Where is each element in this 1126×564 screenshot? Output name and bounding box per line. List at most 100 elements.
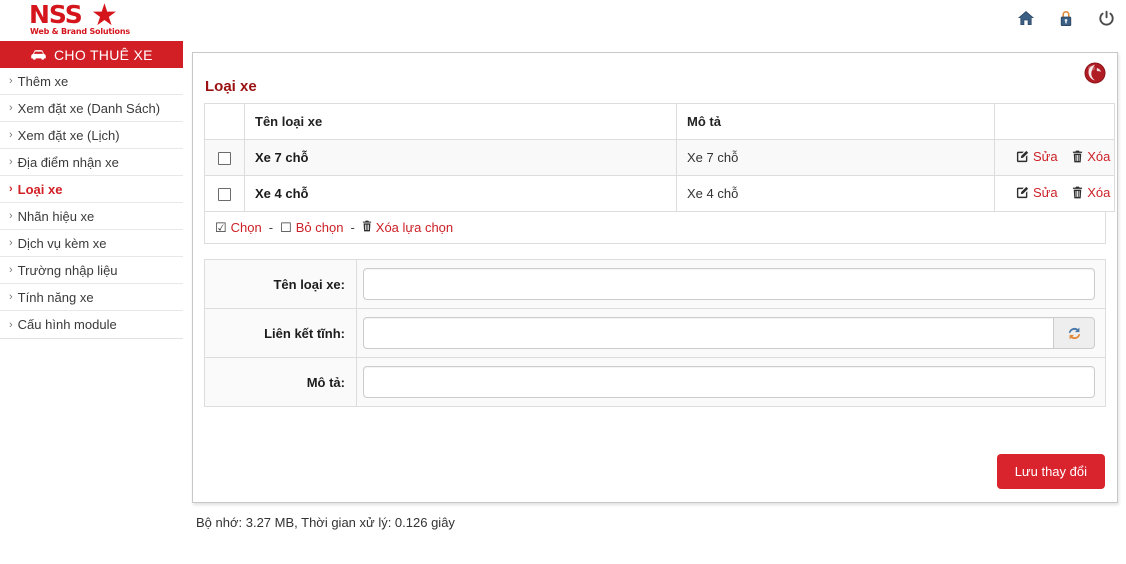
globe-icon[interactable]: [1084, 62, 1106, 84]
form-row-name: Tên loại xe:: [205, 260, 1105, 309]
form-label-description: Mô tả:: [205, 358, 357, 406]
car-type-form: Tên loại xe: Liên kết tĩnh:: [204, 259, 1106, 407]
sidebar-item-label: Cấu hình module: [18, 317, 117, 332]
sidebar-item-nhan-hieu-xe[interactable]: › Nhãn hiệu xe: [0, 203, 183, 230]
main-panel: Loại xe Tên loại: [192, 52, 1118, 503]
save-button[interactable]: Lưu thay đổi: [997, 454, 1105, 489]
sidebar-item-truong-nhap-lieu[interactable]: › Trường nhập liệu: [0, 257, 183, 284]
edit-button[interactable]: Sửa: [1016, 149, 1058, 164]
car-icon: [30, 49, 47, 60]
logo-text: NSS: [29, 2, 82, 27]
column-header-actions: [995, 104, 1115, 140]
sidebar-item-label: Địa điểm nhận xe: [18, 155, 119, 170]
row-checkbox-cell[interactable]: [205, 176, 245, 212]
checkbox-checked-icon: ☑: [215, 220, 227, 236]
sidebar-item-them-xe[interactable]: › Thêm xe: [0, 68, 183, 95]
form-field-name: [357, 260, 1105, 308]
sidebar-item-dich-vu-kem-xe[interactable]: › Dịch vụ kèm xe: [0, 230, 183, 257]
power-icon[interactable]: [1096, 8, 1116, 28]
sidebar: CHO THUÊ XE › Thêm xe › Xem đặt xe (Danh…: [0, 41, 183, 339]
refresh-icon[interactable]: [1054, 317, 1095, 349]
separator: -: [350, 220, 354, 235]
app-root: NSS ★ Web & Brand Solutions: [0, 0, 1126, 564]
sidebar-item-label: Tính năng xe: [18, 290, 94, 305]
form-field-description: [357, 358, 1105, 406]
edit-pencil-icon: [1016, 150, 1029, 163]
status-footer: Bộ nhớ: 3.27 MB, Thời gian xử lý: 0.126 …: [196, 515, 455, 530]
sidebar-item-cau-hinh-module[interactable]: › Cấu hình module: [0, 311, 183, 338]
chevron-right-icon: ›: [9, 319, 13, 331]
sidebar-header: CHO THUÊ XE: [0, 41, 183, 68]
description-input[interactable]: [363, 366, 1095, 398]
form-row-description: Mô tả:: [205, 358, 1105, 407]
form-label-name: Tên loại xe:: [205, 260, 357, 308]
logo-tagline: Web & Brand Solutions: [30, 27, 130, 36]
selection-toolbar: ☑ Chọn - ☐ Bỏ chọn -: [204, 212, 1106, 244]
sidebar-item-tinh-nang-xe[interactable]: › Tính năng xe: [0, 284, 183, 311]
row-description: Xe 7 chỗ: [677, 140, 995, 176]
row-name: Xe 7 chỗ: [245, 140, 677, 176]
delete-button[interactable]: Xóa: [1072, 149, 1110, 164]
car-type-name-input[interactable]: [363, 268, 1095, 300]
slug-input-group: [363, 317, 1095, 349]
top-header: NSS ★ Web & Brand Solutions: [0, 0, 1126, 41]
edit-pencil-icon: [1016, 186, 1029, 199]
select-all-button[interactable]: ☑ Chọn: [215, 220, 262, 236]
chevron-right-icon: ›: [9, 129, 13, 141]
trash-icon: [1072, 186, 1083, 199]
trash-icon: [1072, 150, 1083, 163]
row-checkbox-cell[interactable]: [205, 140, 245, 176]
form-label-slug: Liên kết tĩnh:: [205, 309, 357, 357]
delete-selected-button[interactable]: Xóa lựa chọn: [362, 220, 453, 235]
sidebar-item-xem-dat-xe-danh-sach[interactable]: › Xem đặt xe (Danh Sách): [0, 95, 183, 122]
delete-button-label: Xóa: [1087, 185, 1110, 200]
chevron-right-icon: ›: [9, 291, 13, 303]
delete-button[interactable]: Xóa: [1072, 185, 1110, 200]
sidebar-item-loai-xe[interactable]: › Loại xe: [0, 176, 183, 203]
chevron-right-icon: ›: [9, 102, 13, 114]
sidebar-item-label: Loại xe: [18, 182, 63, 197]
sidebar-menu: › Thêm xe › Xem đặt xe (Danh Sách) › Xem…: [0, 68, 183, 339]
row-description: Xe 4 chỗ: [677, 176, 995, 212]
column-header-checkbox: [205, 104, 245, 140]
sidebar-item-xem-dat-xe-lich[interactable]: › Xem đặt xe (Lịch): [0, 122, 183, 149]
row-checkbox[interactable]: [218, 152, 231, 165]
row-checkbox[interactable]: [218, 188, 231, 201]
sidebar-item-label: Xem đặt xe (Danh Sách): [18, 101, 160, 116]
form-row-slug: Liên kết tĩnh:: [205, 309, 1105, 358]
row-actions: Sửa: [995, 140, 1115, 176]
sidebar-title-label: CHO THUÊ XE: [54, 47, 153, 63]
page-title: Loại xe: [205, 78, 257, 95]
trash-icon: [362, 220, 372, 235]
chevron-right-icon: ›: [9, 237, 13, 249]
sidebar-item-label: Xem đặt xe (Lịch): [18, 128, 120, 143]
table-header-row: Tên loại xe Mô tả: [205, 104, 1115, 140]
edit-button-label: Sửa: [1033, 149, 1058, 164]
edit-button-label: Sửa: [1033, 185, 1058, 200]
panel-header: Loại xe: [193, 53, 1117, 103]
form-field-slug: [357, 309, 1105, 357]
deselect-all-button[interactable]: ☐ Bỏ chọn: [280, 220, 343, 236]
delete-button-label: Xóa: [1087, 149, 1110, 164]
edit-button[interactable]: Sửa: [1016, 185, 1058, 200]
chevron-right-icon: ›: [9, 183, 13, 195]
logo[interactable]: NSS ★ Web & Brand Solutions: [29, 2, 129, 38]
sidebar-item-dia-diem-nhan-xe[interactable]: › Địa điểm nhận xe: [0, 149, 183, 176]
static-link-input[interactable]: [363, 317, 1054, 349]
lock-icon[interactable]: [1056, 8, 1076, 28]
separator: -: [269, 220, 273, 235]
row-actions: Sửa: [995, 176, 1115, 212]
chevron-right-icon: ›: [9, 75, 13, 87]
checkbox-empty-icon: ☐: [280, 220, 292, 236]
delete-selected-label: Xóa lựa chọn: [376, 220, 453, 235]
column-header-description: Mô tả: [677, 104, 995, 140]
table-row: Xe 7 chỗ Xe 7 chỗ Sửa: [205, 140, 1115, 176]
home-icon[interactable]: [1016, 8, 1036, 28]
deselect-all-label: Bỏ chọn: [296, 220, 344, 235]
sidebar-item-label: Dịch vụ kèm xe: [18, 236, 107, 251]
car-type-table-container: Tên loại xe Mô tả Xe 7 chỗ Xe 7 chỗ: [204, 103, 1106, 244]
select-all-label: Chọn: [231, 220, 262, 235]
row-name: Xe 4 chỗ: [245, 176, 677, 212]
table-row: Xe 4 chỗ Xe 4 chỗ Sửa: [205, 176, 1115, 212]
sidebar-item-label: Nhãn hiệu xe: [18, 209, 95, 224]
